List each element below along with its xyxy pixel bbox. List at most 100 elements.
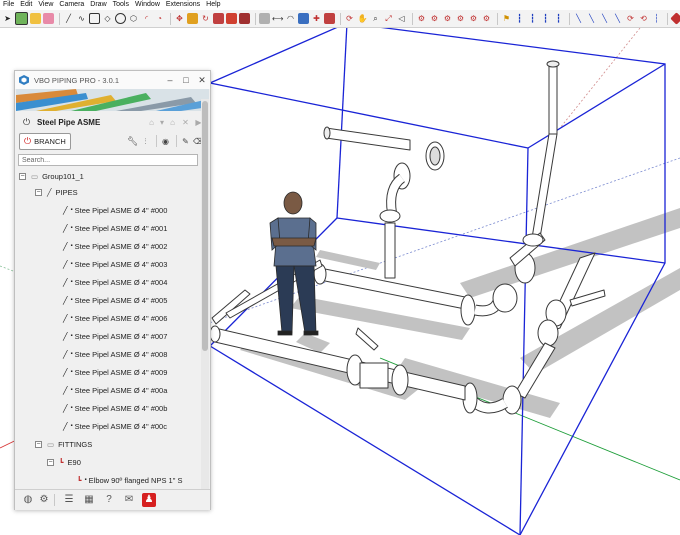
draw-pipe-6-icon[interactable]: ⟲ xyxy=(638,13,649,24)
tree-row-group[interactable]: − ▭ Group101_1 xyxy=(19,168,84,184)
draw-pipe-1-icon[interactable]: ╲ xyxy=(573,13,584,24)
collapse-icon[interactable]: − xyxy=(47,458,54,466)
eraser-icon[interactable] xyxy=(43,13,54,24)
freehand-icon[interactable]: ∿ xyxy=(76,13,87,24)
tree-row-pipe[interactable]: ╱ ▪ Stee Pipel ASME Ø 4" #001 xyxy=(63,220,167,236)
pie-icon[interactable]: ◔ xyxy=(154,13,165,24)
minimize-icon[interactable]: – xyxy=(162,75,178,85)
arc-icon[interactable]: ◜ xyxy=(141,13,152,24)
rotate-icon[interactable]: ↻ xyxy=(200,13,211,24)
menu-camera[interactable]: Camera xyxy=(56,0,87,10)
maximize-icon[interactable]: □ xyxy=(178,75,194,85)
pipe-blue-3-icon[interactable]: ┇ xyxy=(540,13,551,24)
rectangle-icon[interactable] xyxy=(89,13,100,24)
rotated-rectangle-icon[interactable]: ◇ xyxy=(102,13,113,24)
pipe-blue-1-icon[interactable]: ┇ xyxy=(514,13,525,24)
close-icon[interactable]: ✕ xyxy=(194,75,210,86)
vbo-tool-5-icon[interactable]: ⚙ xyxy=(468,13,479,24)
collapse-icon[interactable]: − xyxy=(35,188,42,196)
lock-icon[interactable]: ⌂ xyxy=(167,117,178,128)
tree-row-pipe[interactable]: ╱ ▪ Stee Pipel ASME Ø 4" #00c xyxy=(63,418,167,434)
protractor-icon[interactable]: ◠ xyxy=(285,13,296,24)
menu-help[interactable]: Help xyxy=(203,0,223,10)
draw-pipe-4-icon[interactable]: ╲ xyxy=(612,13,623,24)
pipe-blue-2-icon[interactable]: ┇ xyxy=(527,13,538,24)
draw-pipe-2-icon[interactable]: ╲ xyxy=(586,13,597,24)
wrench-icon[interactable]: 🔧︎ xyxy=(127,136,138,147)
draw-pipe-7-icon[interactable]: ┆ xyxy=(651,13,662,24)
material-icon[interactable] xyxy=(670,12,680,25)
user-icon[interactable]: ♟ xyxy=(142,493,156,507)
previous-view-icon[interactable]: ◁ xyxy=(396,13,407,24)
menu-file[interactable]: File xyxy=(0,0,17,10)
push-pull-icon[interactable] xyxy=(187,13,198,24)
menu-window[interactable]: Window xyxy=(132,0,163,10)
text-icon[interactable] xyxy=(298,13,309,24)
scale-icon[interactable] xyxy=(226,13,237,24)
tree-row-pipe[interactable]: ╱ ▪ Stee Pipel ASME Ø 4" #004 xyxy=(63,274,167,290)
component-icon[interactable] xyxy=(15,12,28,25)
tools-icon[interactable]: ✕ xyxy=(180,117,191,128)
3d-text-icon[interactable] xyxy=(324,13,335,24)
collapse-icon[interactable]: − xyxy=(35,440,42,448)
grid-icon[interactable]: ▦ xyxy=(82,493,96,507)
tree-scrollbar[interactable] xyxy=(201,99,209,494)
tree-row-pipe[interactable]: ╱ ▪ Stee Pipel ASME Ø 4" #007 xyxy=(63,328,167,344)
panel-titlebar[interactable]: VBO PIPING PRO - 3.0.1 – □ ✕ xyxy=(15,71,210,89)
dimension-icon[interactable]: ⟷ xyxy=(272,13,283,24)
line-icon[interactable]: ╱ xyxy=(63,13,74,24)
menu-extensions[interactable]: Extensions xyxy=(163,0,203,10)
vbo-tool-1-icon[interactable]: ⚙ xyxy=(416,13,427,24)
tree-search-input[interactable] xyxy=(18,154,198,166)
scrollbar-thumb[interactable] xyxy=(202,101,208,351)
tree-row-fittings[interactable]: − ▭ FITTINGS xyxy=(35,436,92,452)
tree-row-pipe[interactable]: ╱ ▪ Stee Pipel ASME Ø 4" #005 xyxy=(63,292,167,308)
power-icon[interactable]: ⏻ xyxy=(21,117,32,128)
menu-edit[interactable]: Edit xyxy=(17,0,35,10)
follow-me-icon[interactable] xyxy=(213,13,224,24)
zoom-extents-icon[interactable]: ⤢ xyxy=(383,13,394,24)
vbo-tool-6-icon[interactable]: ⚙ xyxy=(481,13,492,24)
tree-row-pipe[interactable]: ╱ ▪ Stee Pipel ASME Ø 4" #002 xyxy=(63,238,167,254)
vbo-tool-3-icon[interactable]: ⚙ xyxy=(442,13,453,24)
tree-row-pipe[interactable]: ╱ ▪ Stee Pipel ASME Ø 4" #003 xyxy=(63,256,167,272)
list-icon[interactable]: ☰ xyxy=(62,493,76,507)
menu-draw[interactable]: Draw xyxy=(87,0,109,10)
split-icon[interactable]: ⫶ xyxy=(140,136,151,147)
settings-icon[interactable]: ⚙ xyxy=(37,493,51,507)
polygon-icon[interactable]: ⬡ xyxy=(128,13,139,24)
section-plane-icon[interactable]: ⚑ xyxy=(501,13,512,24)
globe-icon[interactable]: ◍ xyxy=(21,493,35,507)
draw-pipe-5-icon[interactable]: ⟳ xyxy=(625,13,636,24)
tree-row-pipe[interactable]: ╱ ▪ Stee Pipel ASME Ø 4" #008 xyxy=(63,346,167,362)
tree-row-pipe[interactable]: ╱ ▪ Stee Pipel ASME Ø 4" #006 xyxy=(63,310,167,326)
menu-tools[interactable]: Tools xyxy=(110,0,132,10)
offset-icon[interactable] xyxy=(239,13,250,24)
tree-row-e90[interactable]: − ┗ E90 xyxy=(47,454,81,470)
draw-pipe-3-icon[interactable]: ╲ xyxy=(599,13,610,24)
home-icon[interactable]: ⌂ xyxy=(146,117,157,128)
tree-row-pipe[interactable]: ╱ ▪ Stee Pipel ASME Ø 4" #00b xyxy=(63,400,167,416)
pan-icon[interactable]: ✋ xyxy=(357,13,368,24)
axes-icon[interactable]: ✚ xyxy=(311,13,322,24)
zoom-icon[interactable]: ⌕ xyxy=(370,13,381,24)
branch-button[interactable]: ⏻ BRANCH xyxy=(19,132,71,150)
mail-icon[interactable]: ✉ xyxy=(122,493,136,507)
tree-row-pipes[interactable]: − ╱ PIPES xyxy=(35,184,78,200)
tree-row-elbow[interactable]: ┗ ▪ Elbow 90º flanged NPS 1" S xyxy=(77,472,182,488)
tree-row-pipe[interactable]: ╱ ▪ Stee Pipel ASME Ø 4" #009 xyxy=(63,364,167,380)
menu-view[interactable]: View xyxy=(35,0,56,10)
tree-row-pipe[interactable]: ╱ ▪ Stee Pipel ASME Ø 4" #00a xyxy=(63,382,167,398)
help-icon[interactable]: ? xyxy=(102,493,116,507)
move-icon[interactable]: ✥ xyxy=(174,13,185,24)
paint-bucket-icon[interactable] xyxy=(30,13,41,24)
vbo-tool-4-icon[interactable]: ⚙ xyxy=(455,13,466,24)
hide-icon[interactable]: ◉ xyxy=(160,136,171,147)
pencil-icon[interactable]: ✎ xyxy=(180,136,191,147)
vbo-tool-2-icon[interactable]: ⚙ xyxy=(429,13,440,24)
collapse-icon[interactable]: − xyxy=(19,172,26,180)
circle-icon[interactable] xyxy=(115,13,126,24)
home-dropdown-icon[interactable]: ▾ xyxy=(159,117,165,128)
tree-row-pipe[interactable]: ╱ ▪ Stee Pipel ASME Ø 4" #000 xyxy=(63,202,167,218)
orbit-icon[interactable]: ⟳ xyxy=(344,13,355,24)
